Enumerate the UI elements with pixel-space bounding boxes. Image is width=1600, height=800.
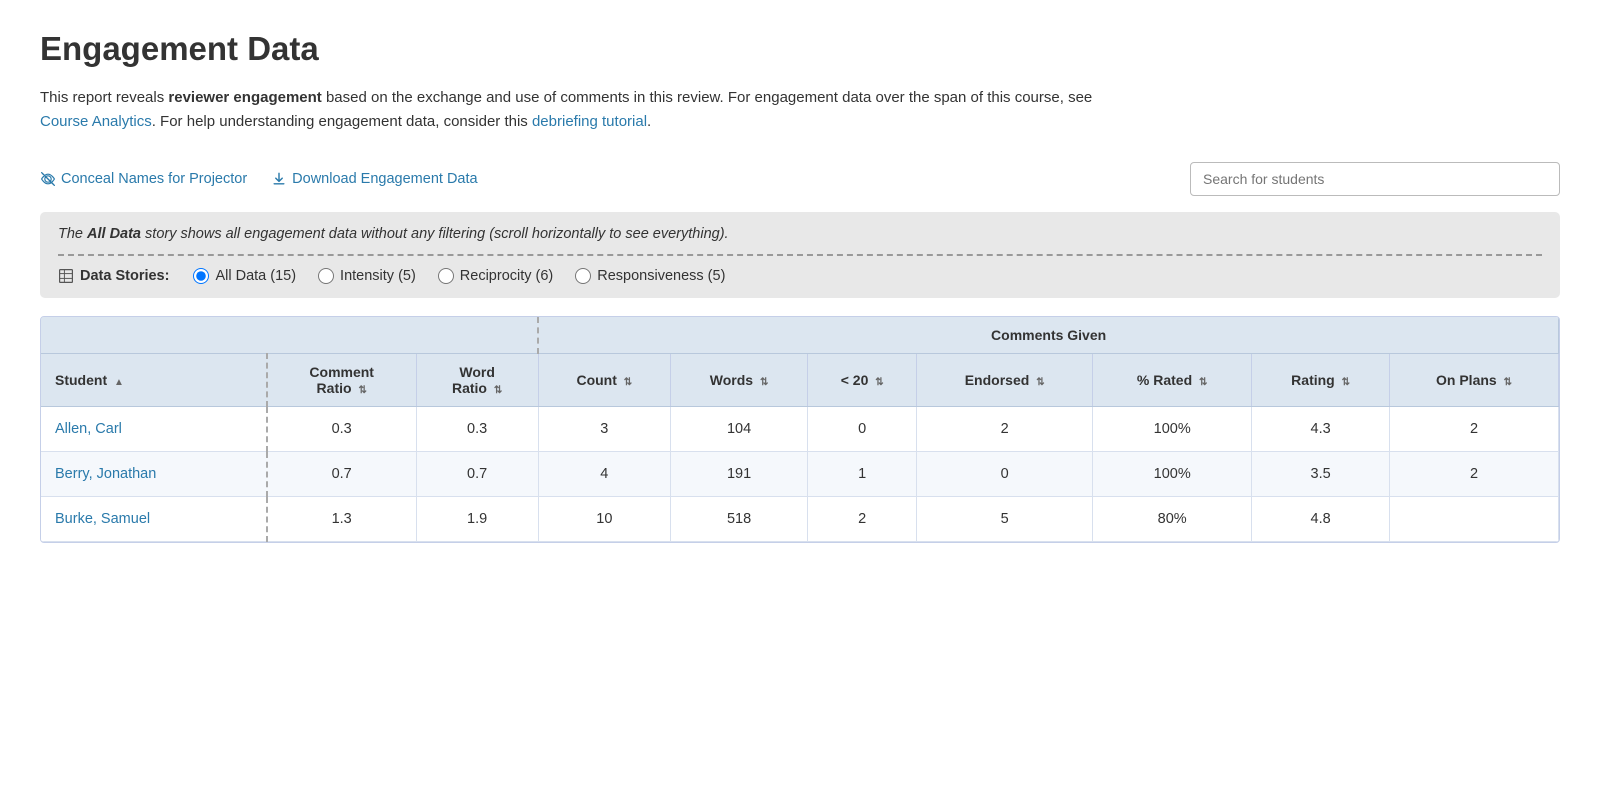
download-label: Download Engagement Data [292, 171, 477, 187]
data-cell: 0.7 [416, 452, 538, 497]
table-row: Burke, Samuel 1.31.9105182580%4.8 [41, 497, 1559, 542]
data-cell: 0.3 [267, 407, 416, 452]
table-icon [58, 268, 74, 284]
radio-label-responsiveness: Responsiveness (5) [597, 268, 725, 284]
sort-icon-on-plans: ⇅ [1504, 377, 1512, 388]
conceal-names-button[interactable]: Conceal Names for Projector [40, 171, 247, 187]
col-lt20[interactable]: < 20 ⇅ [808, 354, 917, 407]
table-col-header-row: Student ▲ CommentRatio ⇅ WordRatio ⇅ Cou… [41, 354, 1559, 407]
table-container: Comments Given Student ▲ CommentRatio ⇅ … [40, 316, 1560, 543]
download-icon [271, 171, 287, 187]
student-name-cell[interactable]: Berry, Jonathan [41, 452, 267, 497]
data-cell: 10 [538, 497, 670, 542]
student-name-cell[interactable]: Allen, Carl [41, 407, 267, 452]
radio-input-all-data[interactable] [193, 268, 209, 284]
radio-option-responsiveness[interactable]: Responsiveness (5) [575, 268, 725, 284]
col-pct-rated[interactable]: % Rated ⇅ [1093, 354, 1252, 407]
radio-label-intensity: Intensity (5) [340, 268, 416, 284]
data-cell: 2 [917, 407, 1093, 452]
table-group-header-row: Comments Given [41, 317, 1559, 354]
data-cell: 0 [917, 452, 1093, 497]
group-header-empty [41, 317, 538, 354]
col-on-plans[interactable]: On Plans ⇅ [1390, 354, 1559, 407]
page-title: Engagement Data [40, 30, 1560, 68]
data-cell: 0.7 [267, 452, 416, 497]
radio-label-reciprocity: Reciprocity (6) [460, 268, 553, 284]
sort-icon-cr: ⇅ [358, 385, 366, 396]
sort-icon-words: ⇅ [760, 377, 768, 388]
radio-input-reciprocity[interactable] [438, 268, 454, 284]
search-input[interactable] [1190, 162, 1560, 196]
sort-icon-pct-rated: ⇅ [1199, 377, 1207, 388]
engagement-table: Comments Given Student ▲ CommentRatio ⇅ … [41, 317, 1559, 542]
data-cell: 80% [1093, 497, 1252, 542]
col-word-ratio[interactable]: WordRatio ⇅ [416, 354, 538, 407]
col-comment-ratio[interactable]: CommentRatio ⇅ [267, 354, 416, 407]
radio-input-intensity[interactable] [318, 268, 334, 284]
sort-icon-count: ⇅ [624, 377, 632, 388]
info-box-text: The All Data story shows all engagement … [58, 226, 1542, 242]
download-button[interactable]: Download Engagement Data [271, 171, 477, 187]
sort-asc-icon: ▲ [114, 377, 124, 388]
col-count[interactable]: Count ⇅ [538, 354, 670, 407]
data-cell: 0 [808, 407, 917, 452]
student-link[interactable]: Burke, Samuel [55, 511, 150, 527]
table-body: Allen, Carl0.30.3310402100%4.32Berry, Jo… [41, 407, 1559, 542]
data-cell: 2 [1390, 452, 1559, 497]
sort-icon-wr: ⇅ [494, 385, 502, 396]
data-cell: 191 [670, 452, 807, 497]
radio-input-responsiveness[interactable] [575, 268, 591, 284]
data-cell: 1.3 [267, 497, 416, 542]
radio-option-all-data[interactable]: All Data (15) [193, 268, 296, 284]
student-name-cell[interactable]: Burke, Samuel [41, 497, 267, 542]
group-header-comments-given: Comments Given [538, 317, 1558, 354]
data-stories-text: Data Stories: [80, 268, 169, 284]
data-cell: 100% [1093, 407, 1252, 452]
student-link[interactable]: Allen, Carl [55, 421, 122, 437]
data-cell: 1 [808, 452, 917, 497]
radio-label-all-data: All Data (15) [215, 268, 296, 284]
data-stories-row: Data Stories: All Data (15) Intensity (5)… [58, 268, 1542, 284]
data-cell: 100% [1093, 452, 1252, 497]
col-student[interactable]: Student ▲ [41, 354, 267, 407]
info-box: The All Data story shows all engagement … [40, 212, 1560, 298]
data-cell: 5 [917, 497, 1093, 542]
data-cell: 2 [1390, 407, 1559, 452]
dashed-divider [58, 254, 1542, 256]
conceal-names-label: Conceal Names for Projector [61, 171, 247, 187]
eye-slash-icon [40, 171, 56, 187]
toolbar: Conceal Names for Projector Download Eng… [40, 162, 1560, 196]
col-words[interactable]: Words ⇅ [670, 354, 807, 407]
sort-icon-lt20: ⇅ [875, 377, 883, 388]
course-analytics-link[interactable]: Course Analytics [40, 113, 152, 130]
student-link[interactable]: Berry, Jonathan [55, 466, 156, 482]
page-description: This report reveals reviewer engagement … [40, 86, 1140, 134]
data-cell: 4 [538, 452, 670, 497]
data-cell: 4.3 [1252, 407, 1390, 452]
info-bold-text: All Data [87, 226, 141, 242]
data-cell: 104 [670, 407, 807, 452]
data-stories-options: All Data (15) Intensity (5) Reciprocity (6… [193, 268, 725, 284]
table-row: Allen, Carl0.30.3310402100%4.32 [41, 407, 1559, 452]
data-cell: 3.5 [1252, 452, 1390, 497]
data-cell: 518 [670, 497, 807, 542]
data-stories-label: Data Stories: [58, 268, 169, 284]
data-cell: 1.9 [416, 497, 538, 542]
data-cell: 2 [808, 497, 917, 542]
table-row: Berry, Jonathan0.70.7419110100%3.52 [41, 452, 1559, 497]
data-cell [1390, 497, 1559, 542]
data-cell: 4.8 [1252, 497, 1390, 542]
debriefing-tutorial-link[interactable]: debriefing tutorial [532, 113, 647, 130]
col-rating[interactable]: Rating ⇅ [1252, 354, 1390, 407]
sort-icon-rating: ⇅ [1342, 377, 1350, 388]
data-cell: 0.3 [416, 407, 538, 452]
sort-icon-endorsed: ⇅ [1036, 377, 1044, 388]
col-endorsed[interactable]: Endorsed ⇅ [917, 354, 1093, 407]
info-text-after: story shows all engagement data without … [141, 226, 729, 242]
toolbar-left: Conceal Names for Projector Download Eng… [40, 171, 478, 187]
info-text-before: The [58, 226, 87, 242]
radio-option-intensity[interactable]: Intensity (5) [318, 268, 416, 284]
data-cell: 3 [538, 407, 670, 452]
radio-option-reciprocity[interactable]: Reciprocity (6) [438, 268, 553, 284]
